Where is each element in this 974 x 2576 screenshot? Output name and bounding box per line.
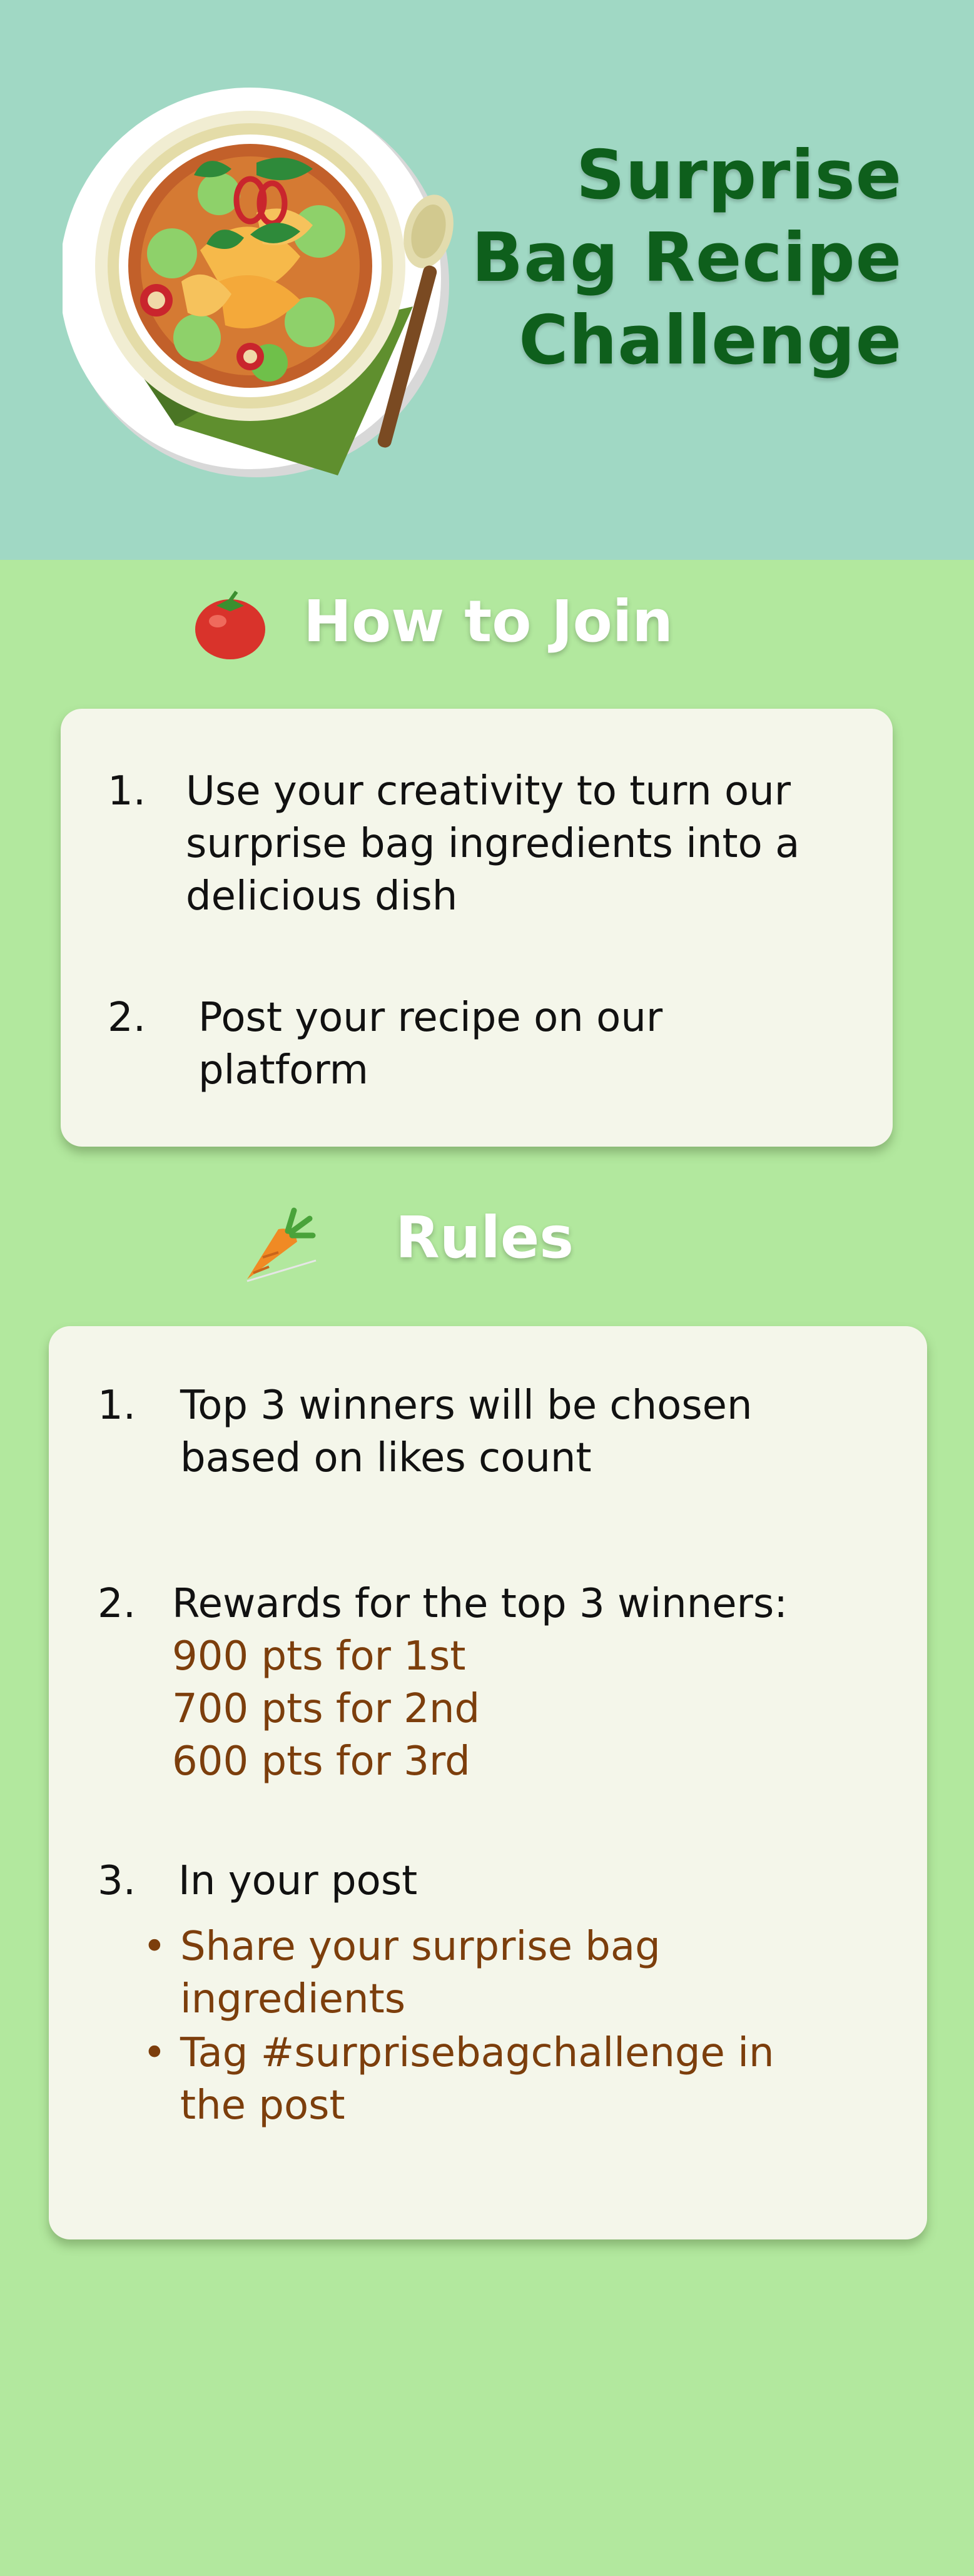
rules-heading: Rules [395, 1204, 574, 1271]
step-line: surprise bag ingredients into a [186, 821, 800, 867]
bullet-line: Tag #surprisebagchallenge in [180, 2030, 774, 2076]
step-line: platform [198, 1047, 368, 1093]
rule-number: 3. [98, 1858, 136, 1904]
reward-line: 900 pts for 1st [172, 1633, 466, 1680]
rule-text: Rewards for the top 3 winners: 900 pts f… [172, 1578, 788, 1788]
step-number: 2. [108, 995, 146, 1041]
rule-text: Top 3 winners will be chosen based on li… [180, 1379, 753, 1484]
bullet-text: Tag #surprisebagchallenge in the post [180, 2027, 774, 2132]
reward-line: 700 pts for 2nd [172, 1686, 480, 1732]
rule-number: 2. [98, 1581, 136, 1627]
step-line: Post your recipe on our [198, 995, 663, 1041]
rules-card: 1. Top 3 winners will be chosen based on… [49, 1326, 927, 2239]
title-line: Challenge [519, 302, 902, 380]
tomato-icon [195, 591, 265, 659]
page-title: Surprise Bag Recipe Challenge [427, 134, 902, 382]
soup-bowl-illustration [63, 88, 454, 477]
rule-text: In your post [178, 1858, 418, 1904]
bullet-dot: • [143, 2030, 166, 2076]
bullet-line: Share your surprise bag [180, 1924, 661, 1970]
step-line: delicious dish [186, 873, 458, 920]
how-to-join-card: 1. Use your creativity to turn our surpr… [61, 709, 893, 1147]
step-number: 1. [108, 768, 146, 814]
how-to-join-heading: How to Join [303, 588, 673, 655]
title-line: Surprise [576, 136, 902, 215]
bullet-dot: • [143, 1924, 166, 1970]
bullet-line: ingredients [180, 1976, 406, 2022]
bullet-text: Share your surprise bag ingredients [180, 1920, 661, 2026]
rewards-lead: Rewards for the top 3 winners: [172, 1581, 788, 1627]
bullet-line: the post [180, 2082, 345, 2129]
hero-banner: Surprise Bag Recipe Challenge [0, 0, 974, 560]
rule-line: based on likes count [180, 1435, 592, 1481]
step-text: Use your creativity to turn our surprise… [186, 765, 799, 923]
rule-number: 1. [98, 1382, 136, 1429]
title-line: Bag Recipe [471, 219, 902, 297]
step-text: Post your recipe on our platform [198, 991, 662, 1097]
reward-line: 600 pts for 3rd [172, 1738, 470, 1785]
rule-line: Top 3 winners will be chosen [180, 1382, 753, 1429]
carrot-icon [246, 1207, 317, 1282]
step-line: Use your creativity to turn our [186, 768, 791, 814]
